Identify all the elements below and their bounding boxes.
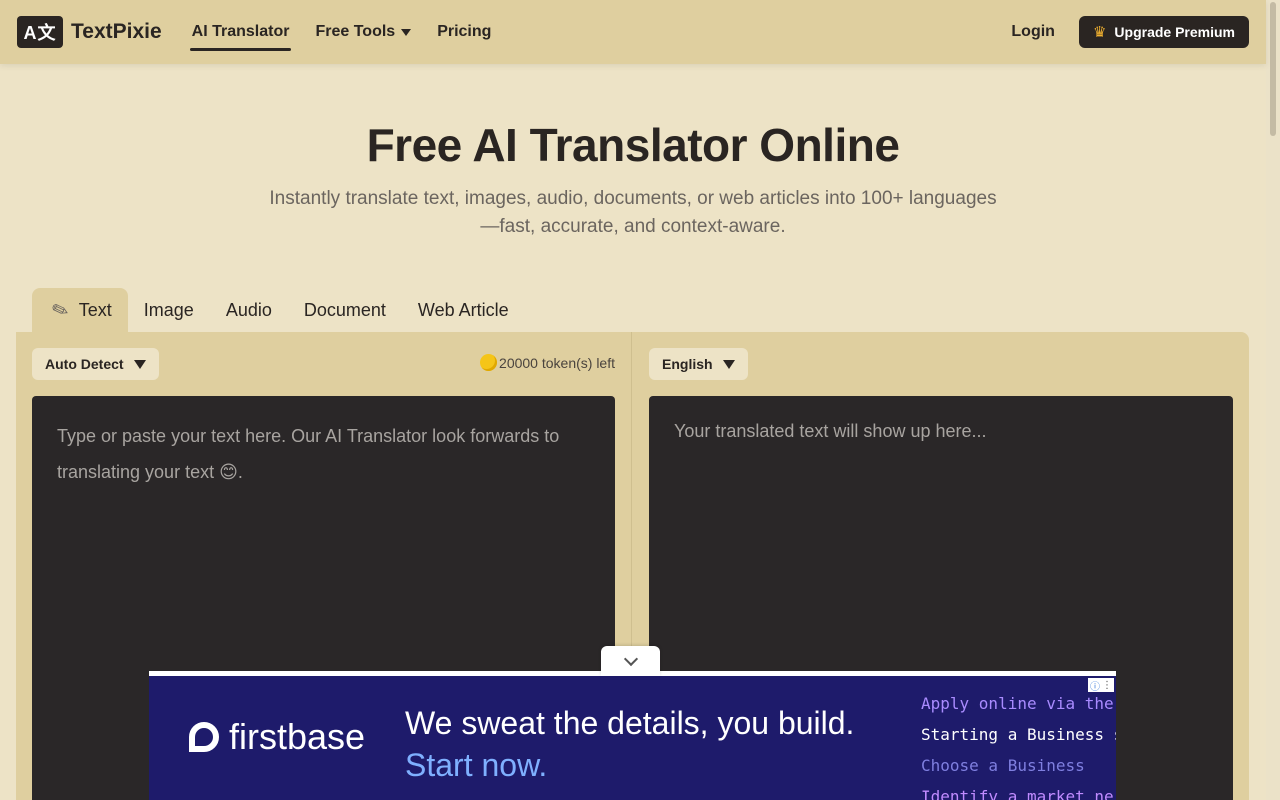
subtitle-line: Instantly translate text, images, audio,… (269, 188, 997, 209)
upgrade-premium-button[interactable]: ♛ Upgrade Premium (1078, 16, 1249, 48)
scrollbar-thumb[interactable] (1270, 2, 1276, 136)
caret-down-icon (401, 28, 412, 36)
ad-options-icon[interactable]: ⋮ (1102, 680, 1112, 691)
tab-web-article[interactable]: Web Article (402, 288, 525, 332)
upgrade-label: Upgrade Premium (1114, 24, 1235, 40)
logo-text: TextPixie (71, 20, 162, 43)
target-language-label: English (662, 356, 713, 372)
tab-label: Document (303, 299, 386, 320)
tab-text[interactable]: ✎ Text (32, 288, 128, 332)
subtitle-line: —fast, accurate, and context-aware. (480, 216, 786, 237)
nav-free-tools[interactable]: Free Tools (313, 0, 413, 64)
header-actions: Login ♛ Upgrade Premium (1011, 16, 1249, 48)
tab-audio[interactable]: Audio (210, 288, 288, 332)
page-subtitle: Instantly translate text, images, audio,… (240, 185, 1026, 241)
tab-label: Web Article (417, 299, 509, 320)
nav-label: Pricing (437, 23, 492, 40)
ad-headline-text: We sweat the details, you build. (405, 705, 855, 741)
token-counter: 20000 token(s) left (480, 354, 615, 371)
main-nav: AI Translator Free Tools Pricing (189, 0, 494, 64)
source-placeholder: Type or paste your text here. Our AI Tra… (57, 426, 560, 482)
ad-code-lines: Apply online via the Starting a Business… (921, 688, 1116, 800)
ad-code-line: Identify a market ne (921, 787, 1114, 800)
logo-mark-icon: A文 (17, 16, 63, 48)
pencil-icon: ✎ (48, 297, 73, 324)
page-scrollbar[interactable] (1266, 0, 1280, 800)
source-language-label: Auto Detect (45, 356, 124, 372)
ad-banner[interactable]: firstbase We sweat the details, you buil… (149, 671, 1116, 800)
source-language-select[interactable]: Auto Detect (32, 348, 159, 380)
tab-label: Image (143, 299, 194, 320)
token-count-text: 20000 token(s) left (499, 354, 615, 371)
nav-pricing[interactable]: Pricing (435, 0, 493, 64)
chevron-down-icon (623, 651, 638, 666)
ad-collapse-button[interactable] (601, 646, 660, 676)
tab-label: Audio (225, 299, 272, 320)
ad-info[interactable]: ⓘ ⋮ (1088, 678, 1114, 693)
ad-code-line: Starting a Business s (921, 725, 1116, 744)
logo[interactable]: A文 TextPixie (17, 16, 162, 48)
caret-down-icon (722, 359, 735, 369)
input-type-tabs: ✎ Text Image Audio Document Web Article (32, 288, 525, 332)
ad-code-line: Apply online via the (921, 694, 1114, 713)
crown-icon: ♛ (1092, 24, 1107, 41)
ad-brand-name: firstbase (229, 716, 366, 757)
coin-icon (480, 354, 498, 371)
ad-code-line: Choose a Business (921, 756, 1085, 775)
ad-info-icon[interactable]: ⓘ (1090, 678, 1100, 693)
nav-label: Free Tools (315, 23, 396, 40)
firstbase-logo-icon (189, 722, 219, 752)
site-header: A文 TextPixie AI Translator Free Tools Pr… (0, 0, 1266, 64)
tab-image[interactable]: Image (128, 288, 210, 332)
target-language-select[interactable]: English (649, 348, 748, 380)
login-link[interactable]: Login (1011, 23, 1055, 41)
ad-cta[interactable]: Start now. (405, 744, 854, 786)
page-title: Free AI Translator Online (366, 119, 900, 171)
tab-label: Text (78, 299, 112, 320)
output-placeholder: Your translated text will show up here..… (674, 421, 987, 441)
tab-document[interactable]: Document (288, 288, 402, 332)
nav-label: AI Translator (191, 23, 290, 40)
ad-brand: firstbase (189, 716, 365, 758)
ad-headline: We sweat the details, you build. Start n… (405, 702, 854, 786)
nav-ai-translator[interactable]: AI Translator (189, 0, 292, 64)
caret-down-icon (133, 359, 146, 369)
